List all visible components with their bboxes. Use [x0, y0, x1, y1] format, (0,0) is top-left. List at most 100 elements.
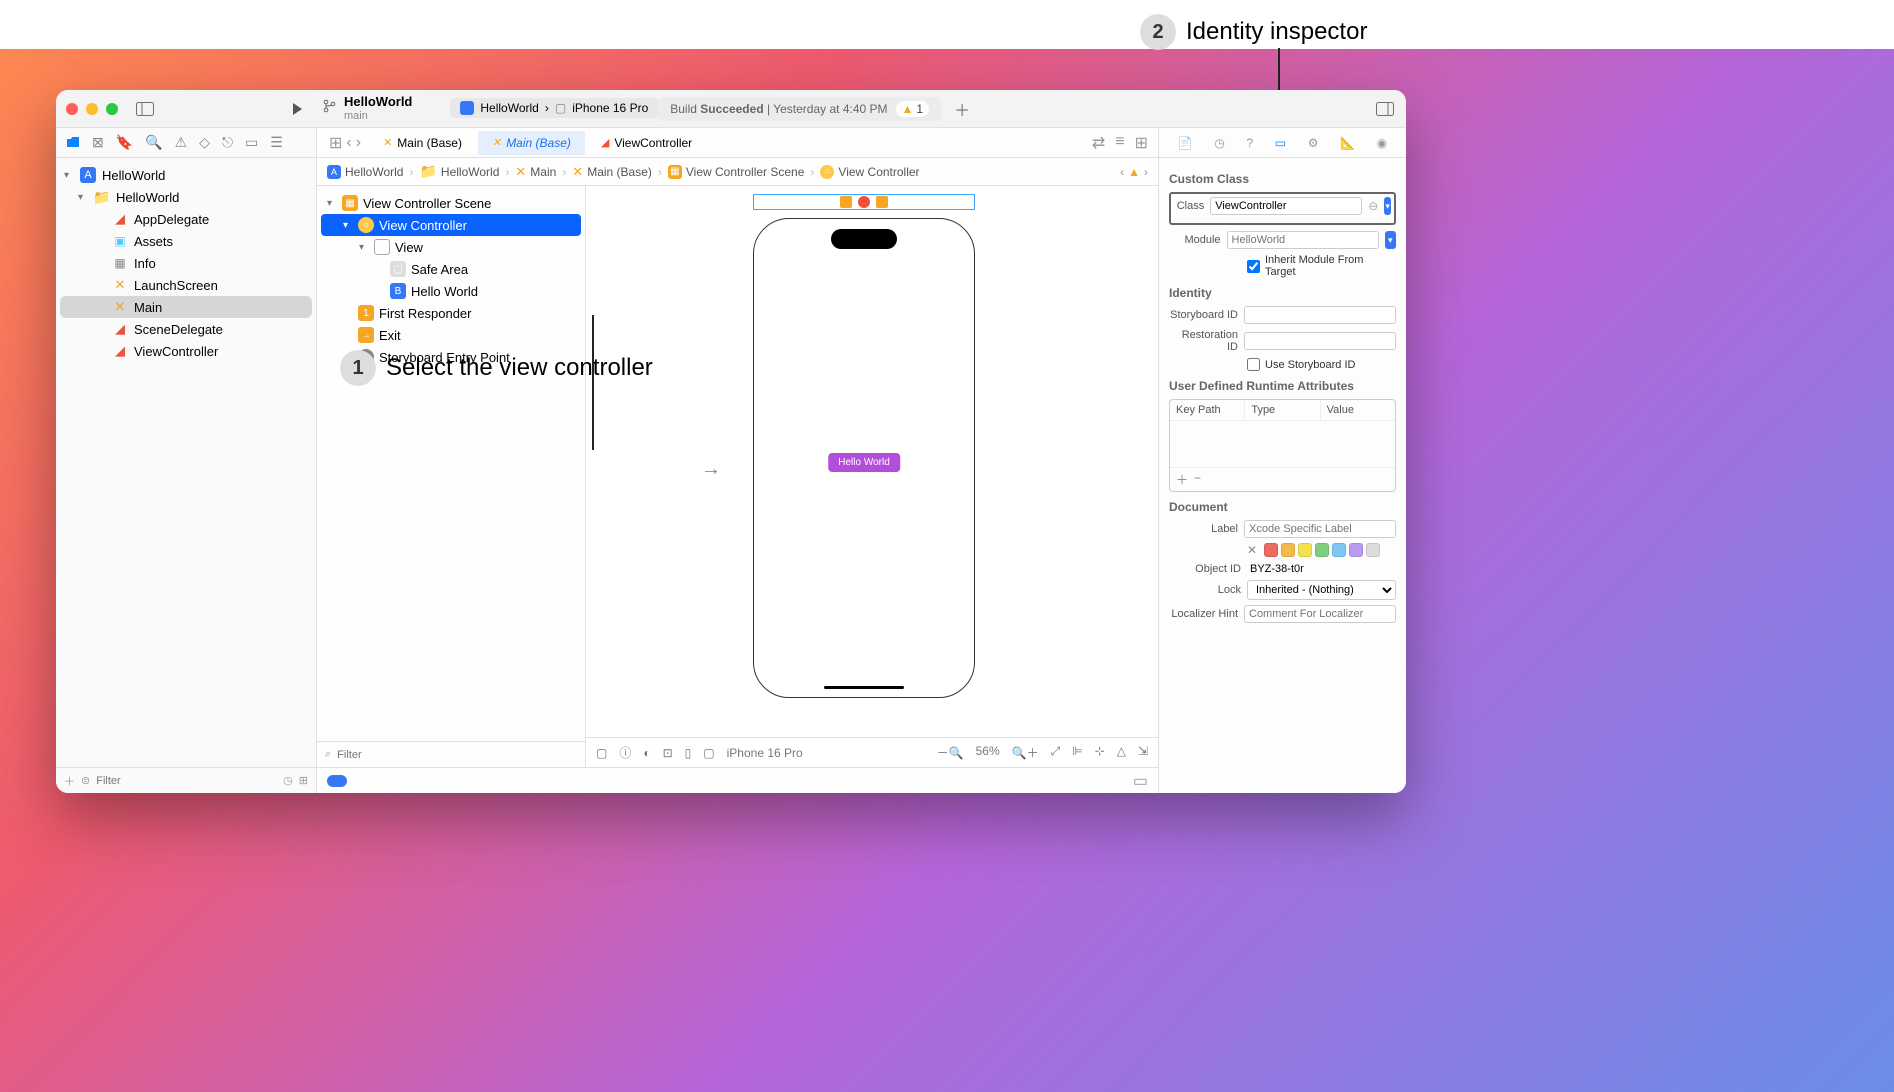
- activity-status[interactable]: Build Succeeded | Yesterday at 4:40 PM ▲…: [658, 97, 941, 121]
- file-info[interactable]: ▦Info: [60, 252, 312, 274]
- outline-filter-input[interactable]: [337, 749, 577, 761]
- file-main[interactable]: ✕Main: [60, 296, 312, 318]
- toggle-navigator-icon[interactable]: [134, 98, 156, 120]
- tree-group[interactable]: ▾📁HelloWorld: [60, 186, 312, 208]
- embed-in-icon[interactable]: ⇲: [1138, 744, 1148, 761]
- connections-inspector-icon[interactable]: ◉: [1377, 136, 1387, 150]
- module-dropdown-icon[interactable]: ▾: [1385, 231, 1396, 249]
- device-config-icon[interactable]: ▢: [596, 746, 607, 760]
- size-inspector-icon[interactable]: 📐: [1340, 136, 1355, 150]
- library-button[interactable]: ＋: [951, 98, 973, 120]
- tab-main-2[interactable]: ✕Main (Base): [478, 131, 585, 155]
- file-assets[interactable]: ▣Assets: [60, 230, 312, 252]
- toggle-debug-icon[interactable]: ▭: [1133, 771, 1148, 791]
- orientation-icon[interactable]: ⓘ: [619, 744, 631, 761]
- filter-scope-icon[interactable]: ⊜: [81, 774, 90, 787]
- runtime-attributes-table[interactable]: Key Path Type Value ＋ −: [1169, 399, 1396, 492]
- clear-icon[interactable]: ⊖: [1368, 199, 1378, 213]
- source-control-navigator-icon[interactable]: ⊠: [92, 134, 104, 151]
- entry-point-arrow[interactable]: →: [701, 458, 721, 481]
- toggle-inspector-icon[interactable]: [1374, 98, 1396, 120]
- jump-bar[interactable]: AHelloWorld› 📁HelloWorld› ✕Main› ✕Main (…: [317, 158, 1158, 186]
- close-icon[interactable]: [66, 103, 78, 115]
- hello-world-button[interactable]: Hello World: [828, 453, 900, 472]
- debug-navigator-icon[interactable]: ⎋: [222, 134, 233, 151]
- add-editor-icon[interactable]: ⊞: [1135, 133, 1148, 153]
- tab-viewcontroller[interactable]: ◢ViewController: [587, 131, 706, 155]
- navigator-filter[interactable]: ＋ ⊜ ◷ ⊞: [56, 767, 316, 793]
- jump-prev-icon[interactable]: ‹: [1120, 165, 1124, 179]
- run-destination[interactable]: HelloWorld › ▢ iPhone 16 Pro: [450, 98, 658, 118]
- bookmark-navigator-icon[interactable]: 🔖: [116, 134, 133, 151]
- jump-next-icon[interactable]: ›: [1144, 165, 1148, 179]
- scm-filter-icon[interactable]: ⊞: [299, 774, 308, 787]
- canvas-device-label[interactable]: iPhone 16 Pro: [727, 746, 803, 760]
- breakpoint-navigator-icon[interactable]: ▭: [245, 134, 258, 151]
- class-input[interactable]: [1210, 197, 1362, 215]
- navigator-filter-input[interactable]: [96, 775, 277, 787]
- exit-dock-icon[interactable]: [876, 196, 888, 208]
- window-traffic-lights[interactable]: [66, 103, 118, 115]
- tab-main-1[interactable]: ✕Main (Base): [369, 131, 476, 155]
- nav-forward-icon[interactable]: ›: [356, 134, 361, 152]
- find-navigator-icon[interactable]: 🔍: [145, 134, 162, 151]
- add-icon[interactable]: ＋: [64, 773, 75, 789]
- file-inspector-icon[interactable]: 📄: [1178, 136, 1193, 150]
- outline-first-responder[interactable]: 1First Responder: [321, 302, 581, 324]
- scene-selection-bar[interactable]: [753, 194, 975, 210]
- file-launchscreen[interactable]: ✕LaunchScreen: [60, 274, 312, 296]
- use-storyboard-id-checkbox[interactable]: [1247, 358, 1260, 371]
- lock-select[interactable]: Inherited - (Nothing): [1247, 580, 1396, 600]
- file-viewcontroller[interactable]: ◢ViewController: [60, 340, 312, 362]
- embed-icon[interactable]: ⤢: [1051, 744, 1061, 761]
- nav-back-icon[interactable]: ‹: [346, 134, 351, 152]
- jump-warning-icon[interactable]: ▲: [1128, 165, 1140, 179]
- inherit-module-checkbox[interactable]: [1247, 260, 1260, 273]
- localizer-hint-input[interactable]: [1244, 605, 1396, 623]
- ib-canvas[interactable]: → Hello World ▢ ⓘ ◐ ⊡ ▯ ▢: [586, 186, 1158, 767]
- outline-scene[interactable]: ▾▦View Controller Scene: [321, 192, 581, 214]
- zoom-icon[interactable]: [106, 103, 118, 115]
- label-color-swatches[interactable]: ✕: [1169, 543, 1396, 557]
- accessibility-icon[interactable]: ▢: [703, 746, 714, 760]
- add-runtime-attr-icon[interactable]: ＋: [1176, 471, 1188, 488]
- minimize-icon[interactable]: [86, 103, 98, 115]
- document-label-input[interactable]: [1244, 520, 1396, 538]
- debug-breakpoint-toggle[interactable]: [327, 775, 347, 787]
- zoom-in-icon[interactable]: 🔍＋: [1012, 744, 1039, 761]
- identity-inspector-icon[interactable]: ▭: [1275, 136, 1286, 150]
- attributes-inspector-icon[interactable]: ⚙: [1308, 136, 1319, 150]
- outline-button[interactable]: BHello World: [321, 280, 581, 302]
- tree-project-root[interactable]: ▾AHelloWorld: [60, 164, 312, 186]
- file-scenedelegate[interactable]: ◢SceneDelegate: [60, 318, 312, 340]
- test-navigator-icon[interactable]: ◇: [199, 134, 210, 151]
- align-icon[interactable]: ⊫: [1072, 744, 1082, 761]
- appearance-icon[interactable]: ◐: [643, 746, 650, 760]
- help-inspector-icon[interactable]: ?: [1246, 136, 1253, 150]
- remove-runtime-attr-icon[interactable]: −: [1194, 471, 1201, 488]
- editor-swap-icon[interactable]: ⇄: [1092, 133, 1105, 153]
- pin-icon[interactable]: ⊹: [1095, 744, 1105, 761]
- file-appdelegate[interactable]: ◢AppDelegate: [60, 208, 312, 230]
- zoom-out-icon[interactable]: －🔍: [937, 744, 964, 761]
- editor-options-icon[interactable]: ≡: [1115, 133, 1124, 153]
- class-dropdown-icon[interactable]: ▾: [1384, 197, 1391, 215]
- layout-icon[interactable]: ⊡: [663, 746, 673, 760]
- outline-filter[interactable]: ⌕: [317, 741, 585, 767]
- variants-icon[interactable]: ▯: [685, 746, 692, 760]
- outline-view-controller[interactable]: ▾○View Controller: [321, 214, 581, 236]
- report-navigator-icon[interactable]: ☰: [270, 134, 283, 151]
- first-responder-dock-icon[interactable]: [858, 196, 870, 208]
- run-button[interactable]: [286, 98, 308, 120]
- storyboard-id-input[interactable]: [1244, 306, 1396, 324]
- recent-icon[interactable]: ◷: [283, 774, 293, 787]
- outline-view[interactable]: ▾View: [321, 236, 581, 258]
- scheme-selector[interactable]: HelloWorld main HelloWorld › ▢ iPhone 16…: [322, 95, 658, 121]
- project-navigator-icon[interactable]: [66, 135, 80, 151]
- restoration-id-input[interactable]: [1244, 332, 1396, 350]
- device-frame[interactable]: Hello World: [753, 218, 975, 698]
- zoom-level[interactable]: 56%: [976, 744, 1000, 761]
- warning-badge[interactable]: ▲ 1: [896, 101, 930, 117]
- vc-dock-icon[interactable]: [840, 196, 852, 208]
- clear-color-icon[interactable]: ✕: [1247, 543, 1261, 557]
